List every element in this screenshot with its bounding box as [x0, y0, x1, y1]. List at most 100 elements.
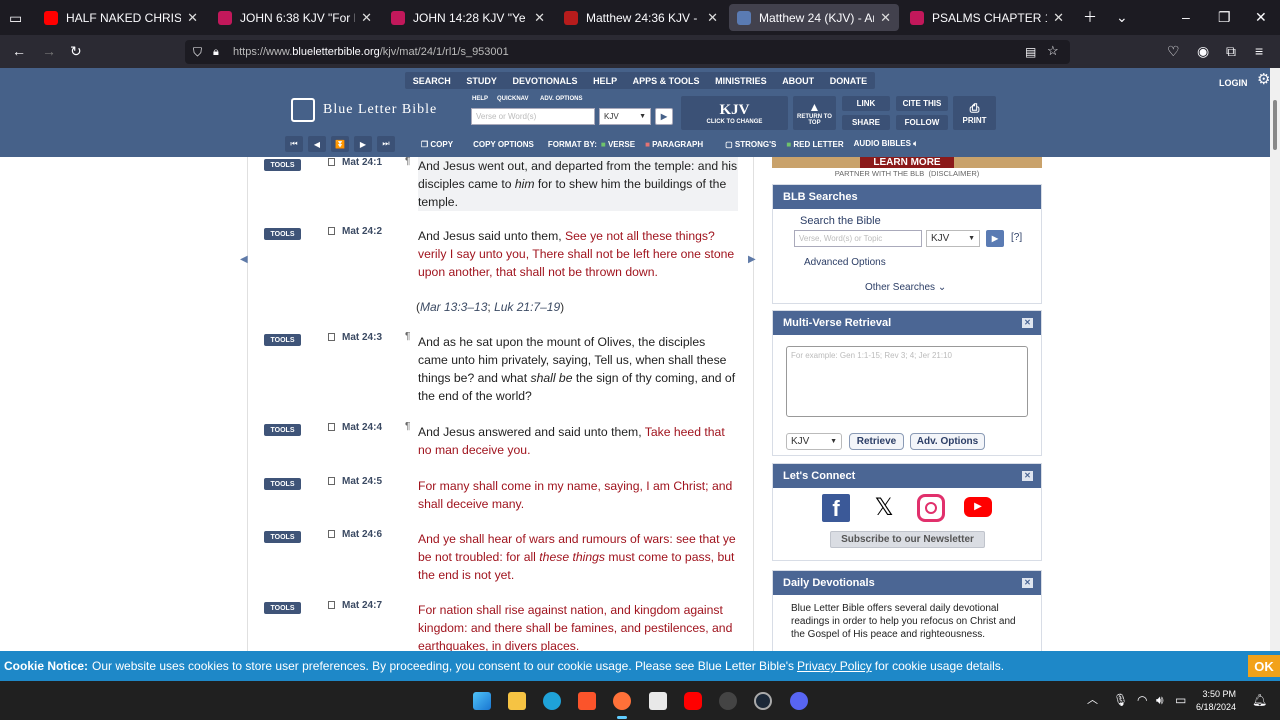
- learn-more-button[interactable]: LEARN MORE: [860, 157, 954, 168]
- top-menu-item[interactable]: MINISTRIES: [715, 76, 767, 86]
- mvr-version-select[interactable]: KJV ▼: [786, 433, 842, 450]
- instagram-icon[interactable]: [917, 494, 945, 522]
- adv-options-button[interactable]: Adv. Options: [910, 433, 985, 450]
- return-to-top-button[interactable]: ▲ RETURN TO TOP: [793, 96, 836, 130]
- sidebar-search-go-button[interactable]: ▶: [986, 230, 1004, 247]
- disclaimer-link[interactable]: (DISCLAIMER): [928, 169, 979, 178]
- volume-icon[interactable]: 🔊︎: [1156, 693, 1164, 707]
- obs-icon[interactable]: [719, 692, 737, 710]
- login-link[interactable]: LOGIN: [1219, 78, 1248, 88]
- account-icon[interactable]: ◉: [1197, 44, 1209, 58]
- close-window-icon[interactable]: ✕: [1255, 10, 1267, 24]
- tray-chevron-up-icon[interactable]: ︿: [1087, 693, 1098, 707]
- shield-icon[interactable]: ⛉: [193, 45, 202, 59]
- tools-button[interactable]: TOOLS: [264, 334, 301, 346]
- top-menu-item[interactable]: APPS & TOOLS: [633, 76, 700, 86]
- x-twitter-icon[interactable]: 𝕏: [870, 494, 898, 522]
- verse-reference[interactable]: Mat 24:7: [328, 600, 382, 611]
- left-collapse-arrow-icon[interactable]: ◀: [240, 254, 248, 265]
- retrieve-button[interactable]: Retrieve: [849, 433, 904, 450]
- copy-options-button[interactable]: COPY OPTIONS: [473, 140, 534, 149]
- minimize-icon[interactable]: –: [1182, 10, 1190, 24]
- browser-tab[interactable]: Matthew 24 (KJV) - And Jesu✕: [729, 4, 899, 31]
- lock-icon[interactable]: 🔒︎: [213, 45, 219, 59]
- top-menu-item[interactable]: HELP: [593, 76, 617, 86]
- verse-reference[interactable]: Mat 24:6: [328, 529, 382, 540]
- verse-format-toggle[interactable]: ■ VERSE: [601, 140, 635, 149]
- paragraph-format-toggle[interactable]: ■ PARAGRAPH: [645, 140, 703, 149]
- browser-tab[interactable]: HALF NAKED CHRISTIAN GET✕: [36, 0, 206, 35]
- xref-link-mark[interactable]: Mar 13:3–13: [420, 300, 487, 314]
- top-menu-item[interactable]: DONATE: [830, 76, 867, 86]
- tools-button[interactable]: TOOLS: [264, 478, 301, 490]
- verse-checkbox-icon[interactable]: [328, 333, 335, 341]
- menu-icon[interactable]: ≡: [1255, 44, 1263, 58]
- verse-reference[interactable]: Mat 24:3: [328, 332, 382, 343]
- sidebar-version-select[interactable]: KJV ▼: [926, 230, 980, 247]
- newsletter-button[interactable]: Subscribe to our Newsletter: [830, 531, 985, 548]
- reader-view-icon[interactable]: ▤: [1025, 45, 1036, 59]
- tab-close-icon[interactable]: ✕: [528, 10, 545, 26]
- close-icon[interactable]: ✕: [1022, 578, 1033, 588]
- browser-tab[interactable]: JOHN 6:38 KJV "For I came do✕: [210, 0, 380, 35]
- top-menu-item[interactable]: DEVOTIONALS: [512, 76, 577, 86]
- tab-close-icon[interactable]: ✕: [701, 10, 718, 26]
- advanced-options-link[interactable]: Advanced Options: [804, 257, 886, 268]
- wifi-icon[interactable]: ◠: [1137, 693, 1147, 707]
- ad-banner[interactable]: LEARN MORE: [772, 157, 1042, 168]
- audio-bibles-button[interactable]: AUDIO BIBLES 🔈︎: [854, 139, 918, 149]
- verse-checkbox-icon[interactable]: [328, 477, 335, 485]
- prev-chapter-icon[interactable]: ◀: [308, 136, 326, 152]
- close-icon[interactable]: ✕: [1022, 471, 1033, 481]
- multi-verse-textarea[interactable]: For example: Gen 1:1-15; Rev 3; 4; Jer 2…: [786, 346, 1028, 417]
- verse-reference[interactable]: Mat 24:5: [328, 476, 382, 487]
- verse-checkbox-icon[interactable]: [328, 530, 335, 538]
- windows-start-icon[interactable]: [473, 692, 491, 710]
- partner-link[interactable]: PARTNER WITH THE BLB: [835, 169, 925, 178]
- tab-close-icon[interactable]: ✕: [181, 10, 198, 26]
- next-chapter-icon[interactable]: ▶: [354, 136, 372, 152]
- pocket-icon[interactable]: ♡: [1167, 44, 1180, 58]
- blb-logo[interactable]: Blue Letter Bible: [291, 98, 437, 122]
- tab-close-icon[interactable]: ✕: [874, 10, 891, 26]
- tab-overview-icon[interactable]: ▭: [9, 11, 22, 25]
- forward-icon[interactable]: →: [42, 44, 56, 58]
- header-search-go-button[interactable]: ▶: [655, 108, 673, 125]
- privacy-policy-link[interactable]: Privacy Policy: [797, 659, 872, 673]
- back-icon[interactable]: ←: [12, 44, 26, 58]
- top-menu-item[interactable]: SEARCH: [413, 76, 451, 86]
- last-chapter-icon[interactable]: ⏭: [377, 136, 395, 152]
- close-icon[interactable]: ✕: [1022, 318, 1033, 328]
- firefox-icon[interactable]: [613, 692, 631, 710]
- brave-icon[interactable]: [578, 692, 596, 710]
- follow-button[interactable]: FOLLOW: [896, 115, 948, 130]
- browser-tab[interactable]: Matthew 24:36 KJV - But of th✕: [556, 0, 726, 35]
- tab-close-icon[interactable]: ✕: [355, 10, 372, 26]
- verse-checkbox-icon[interactable]: [328, 227, 335, 235]
- youtube-app-icon[interactable]: [684, 692, 702, 710]
- right-collapse-arrow-icon[interactable]: ▶: [748, 254, 756, 265]
- new-tab-icon[interactable]: ＋: [1083, 10, 1097, 24]
- tools-button[interactable]: TOOLS: [264, 159, 301, 171]
- microphone-icon[interactable]: 🎙︎: [1113, 693, 1128, 707]
- settings-gear-icon[interactable]: ⚙: [1257, 72, 1270, 87]
- other-searches-link[interactable]: Other Searches ⌄: [865, 282, 946, 293]
- store-icon[interactable]: [649, 692, 667, 710]
- share-button[interactable]: SHARE: [842, 115, 890, 130]
- taskbar-clock[interactable]: 3:50 PM 6/18/2024: [1196, 688, 1236, 714]
- notification-bell-icon[interactable]: 🔔︎: [1252, 693, 1267, 707]
- url-bar[interactable]: ⛉ 🔒︎ https://www. blueletterbible.org/kjv…: [185, 40, 1070, 64]
- tab-close-icon[interactable]: ✕: [1047, 10, 1064, 26]
- file-explorer-icon[interactable]: [508, 692, 526, 710]
- facebook-icon[interactable]: f: [822, 494, 850, 522]
- search-help-link[interactable]: [?]: [1011, 232, 1022, 243]
- edge-icon[interactable]: [543, 692, 561, 710]
- cookie-ok-button[interactable]: OK: [1248, 655, 1280, 677]
- verse-reference[interactable]: Mat 24:1: [328, 157, 382, 168]
- page-scrollbar[interactable]: [1270, 68, 1280, 651]
- verse-checkbox-icon[interactable]: [328, 158, 335, 166]
- scrollbar-thumb[interactable]: [1273, 100, 1277, 150]
- red-letter-toggle[interactable]: ■ RED LETTER: [786, 140, 843, 149]
- header-version-select[interactable]: KJV ▼: [599, 108, 651, 125]
- tools-button[interactable]: TOOLS: [264, 531, 301, 543]
